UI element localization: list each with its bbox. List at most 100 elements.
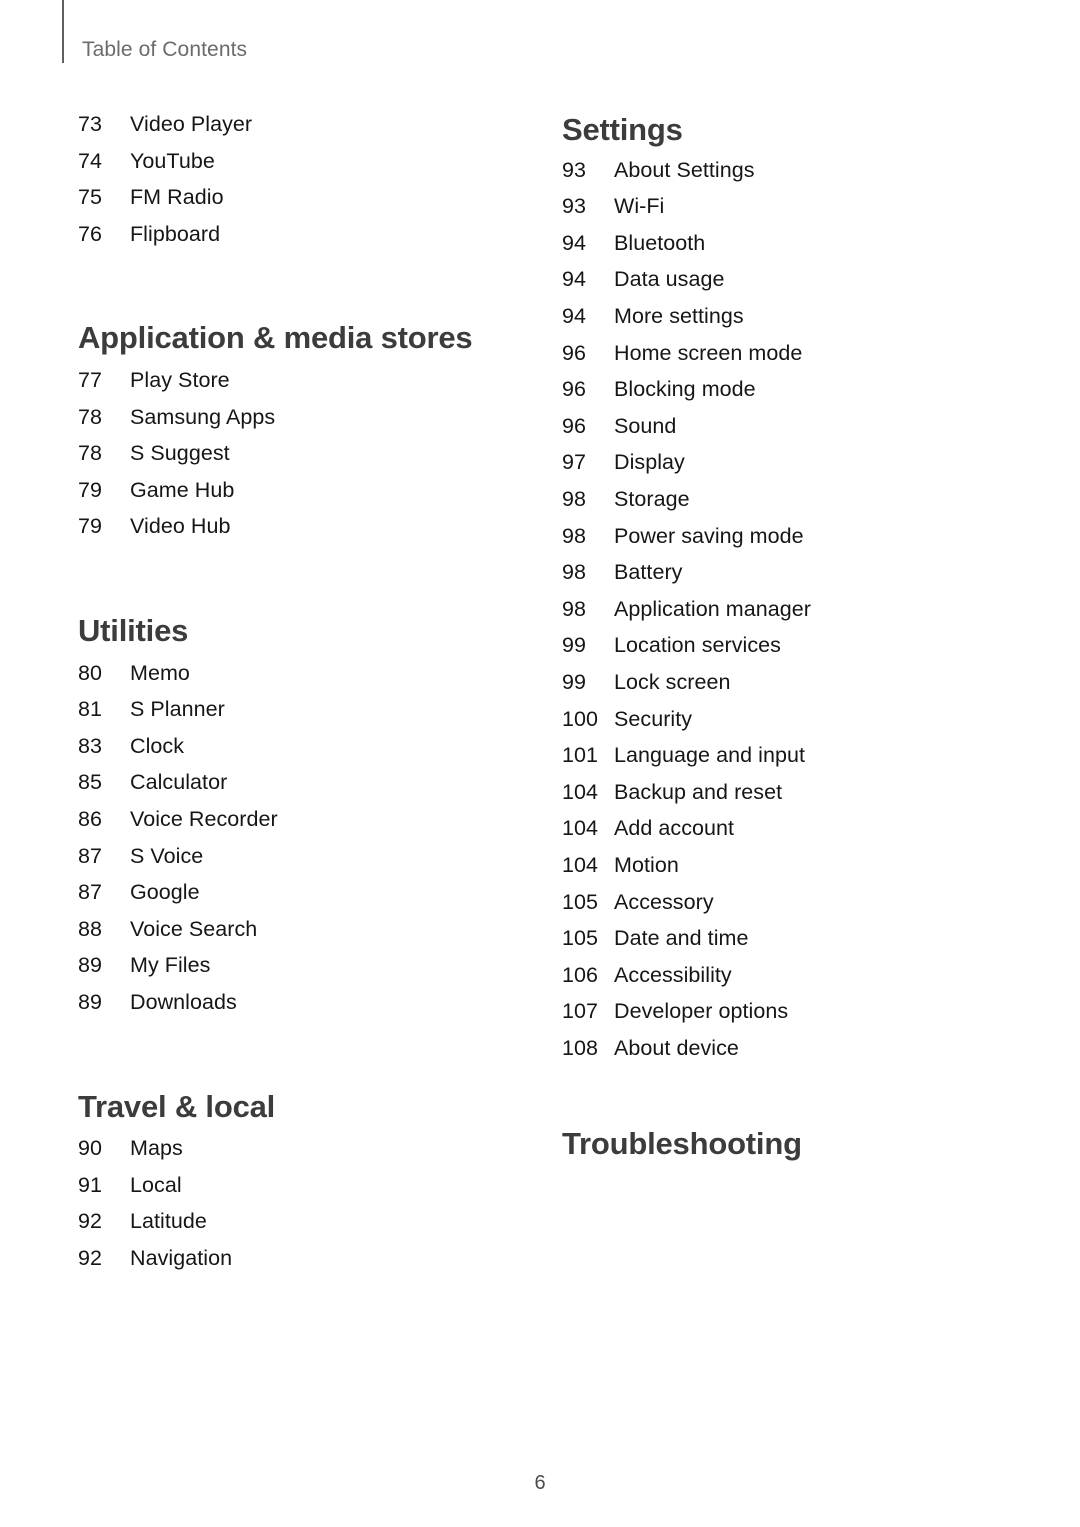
toc-entry-label: Downloads [130, 989, 237, 1014]
toc-entry[interactable]: 76 Flipboard [78, 222, 518, 259]
toc-entry[interactable]: 108 About device [562, 1036, 1002, 1073]
toc-entry-label: Lock screen [614, 669, 731, 694]
toc-entry[interactable]: 96 Home screen mode [562, 341, 1002, 378]
toc-entry-page: 78 [78, 441, 103, 466]
toc-entry-page: 88 [78, 916, 103, 941]
toc-entry[interactable]: 99 Location services [562, 633, 1002, 670]
toc-entry[interactable]: 92 Navigation [78, 1246, 518, 1283]
toc-entry[interactable]: 98 Application manager [562, 597, 1002, 634]
toc-entry[interactable]: 87 Google [78, 880, 518, 917]
toc-entry-label: Display [614, 450, 685, 475]
toc-entry[interactable]: 79 Game Hub [78, 478, 518, 515]
toc-entry-list: 73 Video Player 74 YouTube 75 FM Radio 7… [78, 112, 518, 258]
toc-entry-label: Memo [130, 660, 190, 685]
toc-entry[interactable]: 91 Local [78, 1173, 518, 1210]
toc-entry-label: Motion [614, 852, 679, 877]
toc-entry[interactable]: 89 My Files [78, 953, 518, 990]
toc-entry-page: 89 [78, 953, 103, 978]
toc-entry-page: 90 [78, 1136, 103, 1161]
toc-entry[interactable]: 94 Data usage [562, 267, 1002, 304]
toc-entry-label: Developer options [614, 999, 789, 1024]
toc-entry[interactable]: 74 YouTube [78, 149, 518, 186]
toc-entry-label: Play Store [130, 368, 230, 393]
toc-entry-page: 79 [78, 514, 103, 539]
toc-entry[interactable]: 94 Bluetooth [562, 231, 1002, 268]
toc-entry[interactable]: 105 Accessory [562, 890, 1002, 927]
toc-entry-label: Security [614, 706, 693, 731]
toc-entry[interactable]: 107 Developer options [562, 999, 1002, 1036]
toc-entry[interactable]: 96 Blocking mode [562, 377, 1002, 414]
toc-entry[interactable]: 104 Motion [562, 853, 1002, 890]
toc-entry[interactable]: 94 More settings [562, 304, 1002, 341]
toc-entry-label: Calculator [130, 770, 228, 795]
toc-entry[interactable]: 101 Language and input [562, 743, 1002, 780]
toc-entry[interactable]: 85 Calculator [78, 770, 518, 807]
toc-entry-page: 79 [78, 477, 103, 502]
toc-entry-page: 92 [78, 1245, 103, 1270]
toc-entry[interactable]: 97 Display [562, 450, 1002, 487]
toc-section-heading: Application & media stores [78, 320, 473, 356]
toc-entry[interactable]: 105 Date and time [562, 926, 1002, 963]
toc-entry-page: 87 [78, 843, 103, 868]
toc-entry[interactable]: 77 Play Store [78, 368, 518, 405]
toc-entry[interactable]: 93 About Settings [562, 158, 1002, 195]
toc-entry-page: 99 [562, 633, 587, 658]
toc-entry-page: 98 [562, 596, 587, 621]
toc-entry-label: Video Player [130, 112, 253, 136]
toc-entry[interactable]: 89 Downloads [78, 990, 518, 1027]
toc-entry[interactable]: 73 Video Player [78, 112, 518, 149]
toc-entry-label: Maps [130, 1136, 183, 1161]
toc-columns: 73 Video Player 74 YouTube 75 FM Radio 7… [0, 0, 1080, 1440]
toc-entry[interactable]: 86 Voice Recorder [78, 807, 518, 844]
toc-entry[interactable]: 93 Wi-Fi [562, 194, 1002, 231]
toc-entry-label: Google [130, 880, 200, 905]
toc-entry-label: FM Radio [130, 185, 224, 210]
toc-entry[interactable]: 106 Accessibility [562, 963, 1002, 1000]
toc-entry[interactable]: 96 Sound [562, 414, 1002, 451]
toc-entry-label: Power saving mode [614, 523, 804, 548]
toc-entry-page: 86 [78, 807, 103, 831]
toc-entry[interactable]: 99 Lock screen [562, 670, 1002, 707]
toc-entry[interactable]: 98 Storage [562, 487, 1002, 524]
toc-entry[interactable]: 98 Battery [562, 560, 1002, 597]
toc-entry-page: 77 [78, 368, 103, 393]
toc-entry[interactable]: 92 Latitude [78, 1209, 518, 1246]
toc-entry[interactable]: 87 S Voice [78, 844, 518, 881]
toc-entry-page: 74 [78, 148, 103, 173]
toc-entry-list: 77 Play Store 78 Samsung Apps 78 S Sugge… [78, 368, 518, 551]
toc-entry-page: 96 [562, 377, 587, 402]
toc-entry-label: Wi-Fi [614, 194, 665, 219]
toc-entry[interactable]: 100 Security [562, 707, 1002, 744]
toc-entry-page: 98 [562, 486, 587, 511]
toc-entry[interactable]: 88 Voice Search [78, 917, 518, 954]
toc-entry[interactable]: 78 Samsung Apps [78, 405, 518, 442]
toc-entry-label: S Voice [130, 843, 204, 868]
toc-section-utilities: Utilities 80 Memo 81 S Planner 83 Clock [78, 613, 518, 1027]
toc-entry-label: Sound [614, 413, 677, 438]
document-page: Table of Contents 73 Video Player 74 You… [0, 0, 1080, 1527]
toc-entry-label: My Files [130, 953, 211, 978]
toc-entry-page: 98 [562, 523, 587, 548]
toc-entry-page: 93 [562, 157, 587, 182]
toc-entry[interactable]: 79 Video Hub [78, 514, 518, 551]
toc-entry[interactable]: 75 FM Radio [78, 185, 518, 222]
toc-entry[interactable]: 80 Memo [78, 661, 518, 698]
toc-entry[interactable]: 90 Maps [78, 1136, 518, 1173]
toc-entry-page: 105 [562, 926, 599, 951]
toc-entry[interactable]: 104 Backup and reset [562, 780, 1002, 817]
toc-entry[interactable]: 78 S Suggest [78, 441, 518, 478]
toc-entry-list: 93 About Settings 93 Wi-Fi 94 Bluetooth … [562, 158, 1002, 1073]
toc-entry-label: Clock [130, 733, 185, 758]
toc-entry-label: Date and time [614, 926, 749, 951]
toc-entry-page: 98 [562, 560, 587, 585]
toc-entry[interactable]: 98 Power saving mode [562, 524, 1002, 561]
toc-entry-page: 78 [78, 404, 103, 429]
toc-entry-label: Game Hub [130, 477, 235, 502]
toc-entry-label: YouTube [130, 148, 215, 173]
page-footer: 6 [0, 1472, 1080, 1495]
toc-entry-page: 85 [78, 770, 103, 795]
toc-entry[interactable]: 104 Add account [562, 816, 1002, 853]
toc-entry[interactable]: 83 Clock [78, 734, 518, 771]
toc-entry[interactable]: 81 S Planner [78, 697, 518, 734]
toc-entry-label: Local [130, 1172, 182, 1197]
